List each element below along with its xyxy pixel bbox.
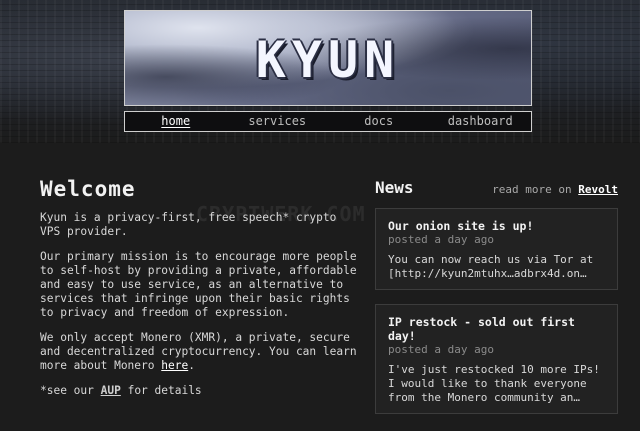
- news-card-date: posted a day ago: [388, 233, 494, 246]
- aup-link[interactable]: AUP: [101, 384, 121, 397]
- read-more: read more on Revolt: [492, 183, 618, 196]
- news-card-title: IP restock - sold out first day!: [388, 315, 575, 343]
- welcome-heading: Welcome: [40, 177, 136, 201]
- news-card-body: You can now reach us via Tor at [http://…: [388, 253, 594, 280]
- aup-footnote: *see our AUP for details: [40, 384, 202, 397]
- news-card-title: Our onion site is up!: [388, 219, 534, 233]
- site-logo: KYUN: [255, 31, 401, 89]
- news-card[interactable]: IP restock - sold out first day! posted …: [375, 304, 618, 414]
- news-header: News read more on Revolt: [375, 178, 618, 208]
- nav-docs[interactable]: docs: [328, 112, 430, 131]
- nav-dashboard[interactable]: dashboard: [430, 112, 532, 131]
- logo-banner: KYUN: [124, 10, 532, 106]
- monero-paragraph: We only accept Monero (XMR), a private, …: [40, 331, 357, 372]
- news-section: News read more on Revolt Our onion site …: [375, 178, 618, 428]
- intro-paragraph: Kyun is a privacy-first, free speech* cr…: [40, 211, 337, 238]
- news-card-date: posted a day ago: [388, 343, 494, 356]
- revolt-link[interactable]: Revolt: [578, 183, 618, 196]
- mission-paragraph: Our primary mission is to encourage more…: [40, 250, 357, 319]
- monero-here-link[interactable]: here: [161, 359, 188, 372]
- nav-home[interactable]: home: [125, 112, 227, 131]
- welcome-section: Welcome Kyun is a privacy-first, free sp…: [40, 177, 360, 409]
- main-nav: home services docs dashboard: [124, 111, 532, 132]
- news-card-body: I've just restocked 10 more IPs! I would…: [388, 363, 600, 404]
- news-card[interactable]: Our onion site is up! posted a day ago Y…: [375, 208, 618, 290]
- news-heading: News: [375, 178, 414, 197]
- nav-services[interactable]: services: [227, 112, 329, 131]
